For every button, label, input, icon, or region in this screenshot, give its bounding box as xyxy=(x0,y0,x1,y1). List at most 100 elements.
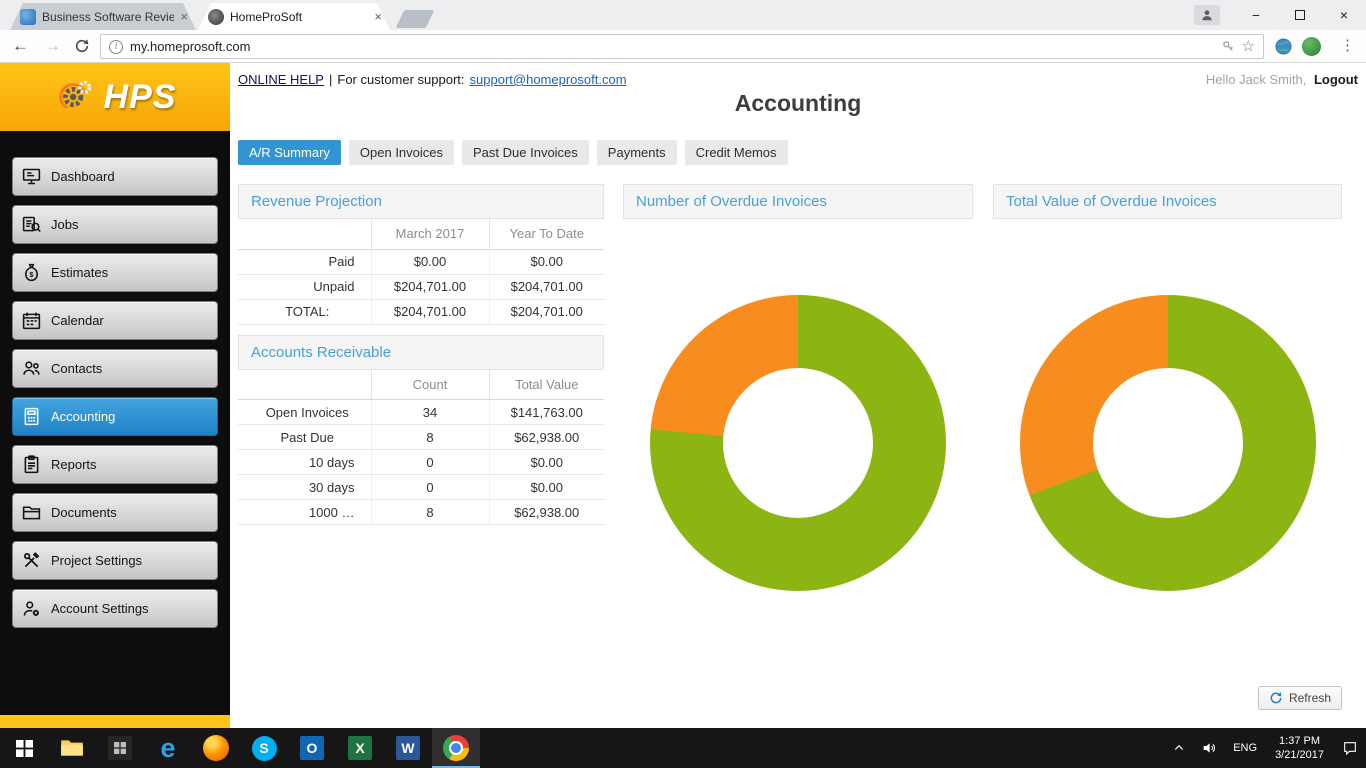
clock-time: 1:37 PM xyxy=(1279,735,1321,747)
volume-icon[interactable] xyxy=(1193,728,1225,768)
sidebar-item-accounting[interactable]: Accounting xyxy=(12,397,218,436)
green-extension-icon[interactable] xyxy=(1302,37,1321,56)
taskbar: e S O X W ENG 1:37 PM 3/21/2017 xyxy=(0,728,1366,768)
tab-past-due-invoices[interactable]: Past Due Invoices xyxy=(462,140,589,165)
sidebar-item-label: Calendar xyxy=(51,313,104,328)
sidebar-item-label: Accounting xyxy=(51,409,116,424)
browser-tab-inactive[interactable]: Business Software Review × xyxy=(10,3,196,30)
estimates-icon: $ xyxy=(21,262,51,283)
cell-value: $62,938.00 xyxy=(488,499,604,525)
start-button[interactable] xyxy=(0,728,48,768)
cell-value: $0.00 xyxy=(370,249,489,275)
page-action-icon[interactable] xyxy=(1222,40,1235,53)
window-close-button[interactable]: × xyxy=(1322,0,1366,30)
outlook-icon[interactable]: O xyxy=(288,728,336,768)
window-controls: − × xyxy=(1194,0,1366,30)
profile-button[interactable] xyxy=(1194,5,1220,25)
word-icon[interactable]: W xyxy=(384,728,432,768)
cell-value: $0.00 xyxy=(488,449,604,475)
support-email-link[interactable]: support@homeprosoft.com xyxy=(470,72,627,87)
cell-value: $204,701.00 xyxy=(488,298,604,325)
system-tray: ENG 1:37 PM 3/21/2017 xyxy=(1165,728,1366,768)
back-button[interactable]: ← xyxy=(12,35,29,57)
revenue-projection-table: March 2017 Year To Date Paid $0.00 $0.00… xyxy=(238,219,604,325)
table-row: 1000 … 8 $62,938.00 xyxy=(238,499,604,525)
sidebar-item-documents[interactable]: Documents xyxy=(12,493,218,532)
dashboard-icon xyxy=(21,166,51,187)
url-text[interactable]: my.homeprosoft.com xyxy=(130,39,1215,54)
overdue-count-header: Number of Overdue Invoices xyxy=(623,184,973,219)
refresh-label: Refresh xyxy=(1288,691,1331,705)
chrome-icon[interactable] xyxy=(432,728,480,768)
bookmark-star-icon[interactable]: ☆ xyxy=(1242,39,1255,54)
sidebar-item-jobs[interactable]: Jobs xyxy=(12,205,218,244)
window-maximize-button[interactable] xyxy=(1278,0,1322,30)
separator-text: | xyxy=(328,72,333,87)
sidebar-item-estimates[interactable]: $ Estimates xyxy=(12,253,218,292)
page-title: Accounting xyxy=(734,90,862,116)
sidebar-item-label: Project Settings xyxy=(51,553,143,568)
table-row: Past Due 8 $62,938.00 xyxy=(238,424,604,450)
contacts-icon xyxy=(21,358,51,379)
tab-close-icon[interactable]: × xyxy=(174,9,188,24)
sidebar-item-calendar[interactable]: Calendar xyxy=(12,301,218,340)
taskbar-store-icon[interactable] xyxy=(96,728,144,768)
sidebar-item-contacts[interactable]: Contacts xyxy=(12,349,218,388)
browser-menu-icon[interactable]: ⋮ xyxy=(1340,36,1355,54)
edge-icon[interactable]: e xyxy=(144,728,192,768)
taskbar-clock[interactable]: 1:37 PM 3/21/2017 xyxy=(1265,734,1334,762)
globe-extension-icon[interactable] xyxy=(1274,37,1293,56)
refresh-button[interactable]: Refresh xyxy=(1257,686,1342,710)
row-label: TOTAL: xyxy=(238,298,371,325)
app-logo[interactable]: HPS xyxy=(0,63,230,131)
reports-icon xyxy=(21,454,51,475)
tab-open-invoices[interactable]: Open Invoices xyxy=(348,140,455,165)
tab-favicon-icon xyxy=(208,9,224,25)
sidebar-item-label: Dashboard xyxy=(51,169,115,184)
window-minimize-button[interactable]: − xyxy=(1234,0,1278,30)
tab-payments[interactable]: Payments xyxy=(596,140,677,165)
row-label: Open Invoices xyxy=(238,399,371,425)
firefox-icon[interactable] xyxy=(192,728,240,768)
table-header-row: March 2017 Year To Date xyxy=(238,219,604,250)
cell-value: $0.00 xyxy=(488,474,604,500)
reload-button[interactable] xyxy=(74,38,90,60)
new-tab-button[interactable] xyxy=(395,10,435,28)
donut-hole xyxy=(1092,368,1243,518)
logout-link[interactable]: Logout xyxy=(1314,72,1358,87)
sidebar-item-account-settings[interactable]: Account Settings xyxy=(12,589,218,628)
info-icon[interactable]: i xyxy=(109,39,123,54)
user-greeting: Hello Jack Smith, Logout xyxy=(1206,72,1358,87)
table-row: 10 days 0 $0.00 xyxy=(238,449,604,475)
action-center-icon[interactable] xyxy=(1334,728,1366,768)
address-bar[interactable]: i my.homeprosoft.com ☆ xyxy=(100,34,1264,59)
account-settings-icon xyxy=(21,598,51,619)
cell-value: $204,701.00 xyxy=(370,274,489,300)
browser-tab-active[interactable]: HomeProSoft × xyxy=(198,3,390,30)
maximize-icon xyxy=(1295,10,1305,20)
excel-icon[interactable]: X xyxy=(336,728,384,768)
tab-close-icon[interactable]: × xyxy=(368,9,382,24)
logo-text: HPS xyxy=(103,77,177,116)
tab-ar-summary[interactable]: A/R Summary xyxy=(238,140,341,165)
sidebar-item-project-settings[interactable]: Project Settings xyxy=(12,541,218,580)
main-content: ONLINE HELP | For customer support: support… xyxy=(230,63,1366,728)
accounting-tabs: A/R Summary Open Invoices Past Due Invoi… xyxy=(238,140,788,165)
language-indicator[interactable]: ENG xyxy=(1225,728,1265,768)
row-label: Paid xyxy=(238,249,371,275)
tab-credit-memos[interactable]: Credit Memos xyxy=(684,140,788,165)
online-help-link[interactable]: ONLINE HELP xyxy=(238,72,324,87)
sidebar-item-reports[interactable]: Reports xyxy=(12,445,218,484)
overdue-count-panel: Number of Overdue Invoices xyxy=(623,184,973,591)
column-header: March 2017 xyxy=(370,219,489,250)
forward-button[interactable]: → xyxy=(44,35,61,57)
file-explorer-icon[interactable] xyxy=(48,728,96,768)
sidebar-menu: Dashboard Jobs $ Estimates Calendar Cont… xyxy=(0,131,230,628)
support-label: For customer support: xyxy=(337,72,465,87)
refresh-icon xyxy=(1270,692,1282,704)
column-header xyxy=(238,369,371,400)
sidebar-item-dashboard[interactable]: Dashboard xyxy=(12,157,218,196)
skype-icon[interactable]: S xyxy=(240,728,288,768)
tray-chevron-up-icon[interactable] xyxy=(1165,728,1193,768)
sidebar-item-label: Contacts xyxy=(51,361,103,376)
